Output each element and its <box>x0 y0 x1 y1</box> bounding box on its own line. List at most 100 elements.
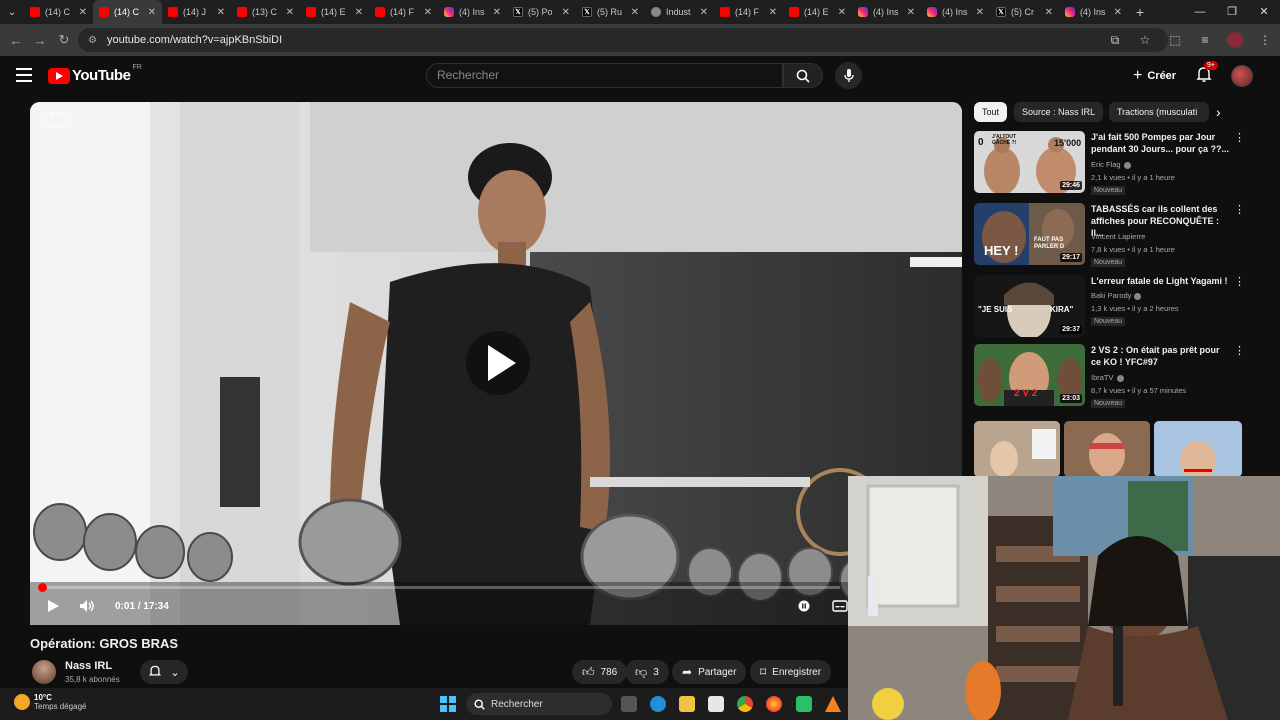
recommendation-channel[interactable]: IbraTV <box>1091 373 1114 382</box>
close-tab-icon[interactable]: ✕ <box>217 7 225 18</box>
vlc-icon[interactable] <box>825 696 841 712</box>
store-icon[interactable] <box>708 696 724 712</box>
browser-tab[interactable]: (4) Ins ✕ <box>1059 0 1128 24</box>
media-icon[interactable]: ≡ <box>1190 33 1220 47</box>
browser-tab[interactable]: (4) Ins ✕ <box>852 0 921 24</box>
like-button[interactable]: 👍︎ 786 <box>572 660 628 684</box>
video-thumbnail[interactable]: HEY ! FAUT PAS PARLER D 29:17 <box>974 203 1085 265</box>
search-button[interactable] <box>783 63 823 88</box>
more-options-icon[interactable]: ⋮ <box>1234 344 1245 357</box>
save-button[interactable]: ⌑ Enregistrer <box>750 660 832 684</box>
task-view-icon[interactable] <box>621 696 637 712</box>
file-explorer-icon[interactable] <box>679 696 695 712</box>
close-tab-icon[interactable]: ✕ <box>769 7 777 18</box>
back-button[interactable]: ← <box>4 33 28 48</box>
close-tab-icon[interactable]: ✕ <box>355 7 363 18</box>
chip-source[interactable]: Source : Nass IRL <box>1014 102 1104 122</box>
browser-menu-icon[interactable]: ⋮ <box>1250 33 1280 47</box>
windows-start-icon[interactable] <box>440 696 456 712</box>
recommendation-channel[interactable]: Baki Parody <box>1091 291 1131 300</box>
recommendation-title[interactable]: L'erreur fatale de Light Yagami ! <box>1091 275 1231 287</box>
browser-tab[interactable]: 𝕏 (5) Po ✕ <box>507 0 576 24</box>
maximize-button[interactable]: ❐ <box>1216 0 1248 24</box>
autoplay-toggle[interactable] <box>798 600 810 615</box>
recommendation-item[interactable]: 0 J'AI TOUT GÂCHÉ ?! 15'000 29:46 J'ai f… <box>974 131 1245 195</box>
minimize-button[interactable]: — <box>1184 0 1216 24</box>
channel-name[interactable]: Nass IRL <box>65 660 112 672</box>
recommendation-title[interactable]: J'ai fait 500 Pompes par Jour pendant 30… <box>1091 131 1231 155</box>
close-tab-icon[interactable]: ✕ <box>1045 7 1053 18</box>
firefox-icon[interactable] <box>766 696 782 712</box>
browser-tab[interactable]: (4) Ins ✕ <box>921 0 990 24</box>
voice-search-button[interactable] <box>835 62 862 89</box>
create-button[interactable]: + Créer <box>1127 64 1182 88</box>
site-info-icon[interactable]: ⚙ <box>88 35 97 46</box>
new-tab-button[interactable]: + <box>1128 4 1152 20</box>
big-play-button[interactable] <box>466 331 530 395</box>
dislike-button[interactable]: 👎︎ 3 <box>625 660 669 684</box>
account-avatar[interactable] <box>1231 65 1253 87</box>
browser-tab[interactable]: (13) C ✕ <box>231 0 300 24</box>
browser-tab[interactable]: 𝕏 (5) Ru ✕ <box>576 0 645 24</box>
short-thumbnail[interactable] <box>974 421 1060 477</box>
browser-tab[interactable]: (14) J ✕ <box>162 0 231 24</box>
close-tab-icon[interactable]: ✕ <box>148 7 156 18</box>
volume-button[interactable] <box>79 599 95 616</box>
browser-tab[interactable]: (14) C ✕ <box>93 0 162 24</box>
browser-tab[interactable]: 𝕏 (5) Cr ✕ <box>990 0 1059 24</box>
close-tab-icon[interactable]: ✕ <box>838 7 846 18</box>
edge-icon[interactable] <box>650 696 666 712</box>
reload-button[interactable]: ↻ <box>52 32 76 48</box>
close-tab-icon[interactable]: ✕ <box>631 7 639 18</box>
close-tab-icon[interactable]: ✕ <box>424 7 432 18</box>
recommendation-item[interactable]: 2 V 2 23:03 2 VS 2 : On était pas prêt p… <box>974 344 1245 408</box>
progress-bar[interactable] <box>38 583 840 592</box>
more-options-icon[interactable]: ⋮ <box>1234 131 1245 144</box>
install-icon[interactable]: ⧉ <box>1100 33 1130 48</box>
close-tab-icon[interactable]: ✕ <box>79 7 87 18</box>
search-input[interactable]: Rechercher <box>426 63 783 88</box>
taskbar-search[interactable]: Rechercher <box>466 693 612 715</box>
chip-all[interactable]: Tout <box>974 102 1008 122</box>
chip-tractions[interactable]: Tractions (musculati <box>1109 102 1209 122</box>
tab-search-menu-icon[interactable]: ⌄ <box>0 0 24 24</box>
url-bar[interactable]: ⚙ youtube.com/watch?v=ajpKBnSbiDI <box>78 28 1168 52</box>
recommendation-title[interactable]: 2 VS 2 : On était pas prêt pour ce KO ! … <box>1091 344 1231 368</box>
progress-scrubber[interactable] <box>38 583 47 592</box>
channel-avatar[interactable] <box>32 660 56 684</box>
recommendation-channel[interactable]: Eric Flag <box>1091 160 1121 169</box>
menu-icon[interactable] <box>16 68 32 82</box>
bookmark-star-icon[interactable]: ☆ <box>1130 33 1160 47</box>
chevron-right-icon[interactable]: › <box>1216 104 1221 120</box>
subtitles-button[interactable] <box>832 600 848 615</box>
close-tab-icon[interactable]: ✕ <box>907 7 915 18</box>
close-tab-icon[interactable]: ✕ <box>286 7 294 18</box>
browser-tab[interactable]: (14) C ✕ <box>24 0 93 24</box>
more-options-icon[interactable]: ⋮ <box>1234 203 1245 216</box>
profile-avatar[interactable] <box>1227 32 1243 48</box>
video-thumbnail[interactable]: 2 V 2 23:03 <box>974 344 1085 406</box>
play-button[interactable] <box>46 599 60 616</box>
youtube-logo[interactable]: YouTube FR <box>48 64 142 84</box>
recommendation-item[interactable]: HEY ! FAUT PAS PARLER D 29:17 TABASSÉS c… <box>974 203 1245 267</box>
browser-tab[interactable]: Indust ✕ <box>645 0 714 24</box>
extensions-icon[interactable]: ⬚ <box>1160 33 1190 47</box>
browser-tab[interactable]: (14) F ✕ <box>714 0 783 24</box>
video-thumbnail[interactable]: "JE SUIS KIRA" 29:37 <box>974 275 1085 337</box>
browser-tab[interactable]: (14) E ✕ <box>783 0 852 24</box>
close-window-button[interactable]: ✕ <box>1248 0 1280 24</box>
browser-tab[interactable]: (14) E ✕ <box>300 0 369 24</box>
recommendation-channel[interactable]: Vincent Lapierre <box>1091 232 1145 241</box>
short-thumbnail[interactable] <box>1064 421 1150 477</box>
forward-button[interactable]: → <box>28 33 52 48</box>
app-icon[interactable] <box>796 696 812 712</box>
more-options-icon[interactable]: ⋮ <box>1234 275 1245 288</box>
subscription-bell-button[interactable]: ⌄ <box>140 660 188 684</box>
close-tab-icon[interactable]: ✕ <box>700 7 708 18</box>
close-tab-icon[interactable]: ✕ <box>493 7 501 18</box>
short-thumbnail[interactable] <box>1154 421 1242 477</box>
browser-tab[interactable]: (4) Ins ✕ <box>438 0 507 24</box>
close-tab-icon[interactable]: ✕ <box>1114 7 1122 18</box>
chrome-icon[interactable] <box>737 696 753 712</box>
notifications-button[interactable]: 9+ <box>1195 61 1218 87</box>
